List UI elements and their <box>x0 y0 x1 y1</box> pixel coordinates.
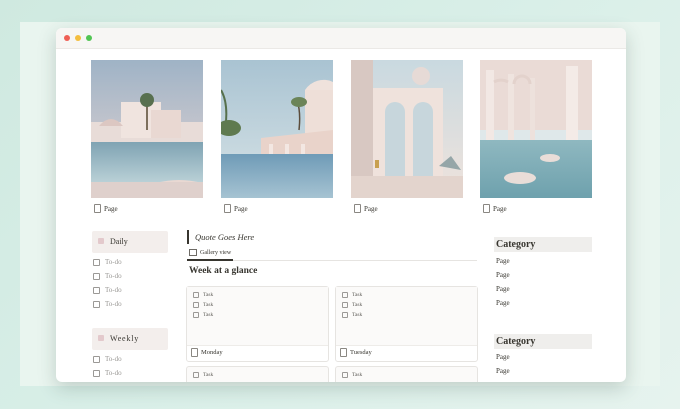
checkbox-icon[interactable] <box>342 302 348 308</box>
gallery-card-2[interactable]: Page <box>221 60 333 213</box>
checkbox-icon[interactable] <box>193 302 199 308</box>
checkbox-icon[interactable] <box>193 312 199 318</box>
page-icon <box>354 204 361 213</box>
card-image-columns-pool <box>480 60 592 198</box>
checkbox-icon[interactable] <box>93 369 100 377</box>
day-card-title[interactable]: Tuesday <box>340 348 372 357</box>
square-icon <box>98 238 104 244</box>
checkbox-icon[interactable] <box>93 300 100 308</box>
task-item[interactable]: Task <box>193 312 213 318</box>
quote-block: Quote Goes Here <box>187 230 254 244</box>
checkbox-icon[interactable] <box>93 286 100 294</box>
todo-item[interactable]: To-do <box>93 355 122 363</box>
window-titlebar <box>56 28 626 49</box>
weekly-header[interactable]: Weekly <box>92 328 168 350</box>
page-icon <box>340 348 347 357</box>
card-image-pool-house <box>91 60 203 198</box>
todo-item[interactable]: To-do <box>93 272 122 280</box>
category-link[interactable]: Page <box>496 285 510 293</box>
app-window: Page Page Page Page Daily To-do To-do To… <box>56 28 626 382</box>
task-item[interactable]: Task <box>342 312 362 318</box>
category-link[interactable]: Page <box>496 257 510 265</box>
maximize-window-button[interactable] <box>86 35 92 41</box>
task-item[interactable]: Task <box>342 302 362 308</box>
task-item[interactable]: Task <box>193 372 213 378</box>
day-card-monday[interactable]: Task Task Task Monday <box>186 286 329 362</box>
page-icon <box>483 204 490 213</box>
checkbox-icon[interactable] <box>193 292 199 298</box>
gallery-card-label[interactable]: Page <box>94 204 118 213</box>
page-icon <box>94 204 101 213</box>
minimize-window-button[interactable] <box>75 35 81 41</box>
task-item[interactable]: Task <box>342 292 362 298</box>
day-card-title[interactable]: Monday <box>191 348 223 357</box>
checkbox-icon[interactable] <box>342 372 348 378</box>
checkbox-icon[interactable] <box>93 258 100 266</box>
category-link[interactable]: Page <box>496 367 510 375</box>
task-item[interactable]: Task <box>193 302 213 308</box>
todo-item[interactable]: To-do <box>93 286 122 294</box>
task-item[interactable]: Task <box>193 292 213 298</box>
card-image-arches <box>351 60 463 198</box>
daily-header[interactable]: Daily <box>92 231 168 253</box>
gallery-card-3[interactable]: Page <box>351 60 463 213</box>
section-title: Week at a glance <box>189 266 258 276</box>
active-tab-indicator <box>187 259 233 261</box>
card-image-dome-terrace <box>221 60 333 198</box>
page-icon <box>191 348 198 357</box>
day-card-preview: Task Task Task <box>187 287 328 346</box>
checkbox-icon[interactable] <box>193 372 199 378</box>
todo-item[interactable]: To-do <box>93 300 122 308</box>
day-card-next[interactable]: Task <box>186 366 329 382</box>
page-icon <box>224 204 231 213</box>
category-link[interactable]: Page <box>496 299 510 307</box>
category-link[interactable]: Page <box>496 353 510 361</box>
category-link[interactable]: Page <box>496 271 510 279</box>
checkbox-icon[interactable] <box>342 292 348 298</box>
todo-item[interactable]: To-do <box>93 258 122 266</box>
square-icon <box>98 335 104 341</box>
category-heading: Category <box>494 334 592 349</box>
gallery-view-tab[interactable]: Gallery view <box>189 249 231 256</box>
gallery-card-1[interactable]: Page <box>91 60 203 213</box>
day-card-next[interactable]: Task <box>335 366 478 382</box>
todo-item[interactable]: To-do <box>93 369 122 377</box>
gallery-card-label[interactable]: Page <box>483 204 507 213</box>
day-card-preview: Task Task Task <box>336 287 477 346</box>
gallery-card-4[interactable]: Page <box>480 60 592 213</box>
checkbox-icon[interactable] <box>93 355 100 363</box>
gallery-card-label[interactable]: Page <box>354 204 378 213</box>
day-card-tuesday[interactable]: Task Task Task Tuesday <box>335 286 478 362</box>
checkbox-icon[interactable] <box>342 312 348 318</box>
category-heading: Category <box>494 237 592 252</box>
checkbox-icon[interactable] <box>93 272 100 280</box>
gallery-icon <box>189 249 197 256</box>
gallery-card-label[interactable]: Page <box>224 204 248 213</box>
task-item[interactable]: Task <box>342 372 362 378</box>
close-window-button[interactable] <box>64 35 70 41</box>
